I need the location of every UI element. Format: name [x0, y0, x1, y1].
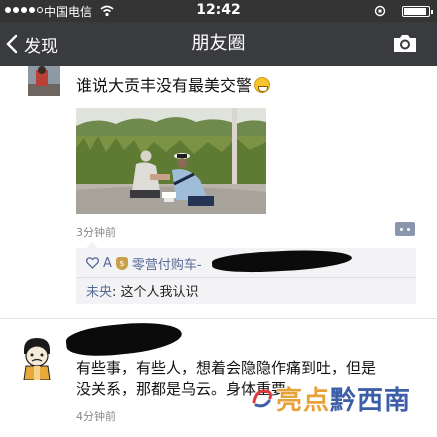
redaction-scribble: [64, 318, 184, 360]
likes-row: A $ 零营付购车-: [86, 254, 202, 273]
comment-text: 这个人我认识: [120, 285, 199, 300]
liker-name[interactable]: 零营付购车-: [132, 254, 202, 273]
watermark-logo: 亮点黔西南: [250, 378, 435, 418]
battery-icon: [402, 6, 433, 17]
money-bag-icon: $: [115, 256, 128, 270]
status-bar: 中国电信 12:42: [0, 0, 437, 22]
liker-prefix[interactable]: A: [103, 256, 112, 271]
comment-author[interactable]: 未央: [86, 285, 112, 300]
nav-bar: 发现 朋友圈: [0, 22, 437, 66]
page-title: 朋友圈: [191, 33, 246, 54]
post-photo[interactable]: [76, 108, 266, 214]
back-label: 发现: [24, 36, 58, 57]
post-text-content: 谁说大贡丰没有最美交警: [76, 76, 253, 95]
post-text: 谁说大贡丰没有最美交警: [76, 72, 271, 96]
post-timestamp: 3分钟前: [76, 226, 116, 239]
watermark-text-a: 亮点: [276, 385, 331, 416]
post-timestamp: 4分钟前: [76, 410, 116, 423]
chevron-left-icon: [6, 34, 18, 54]
status-clock: 12:42: [196, 2, 241, 18]
comment-item[interactable]: 未央: 这个人我认识: [86, 281, 199, 300]
divider: [76, 277, 416, 278]
post-text-line: 有些事，有些人，想着会隐隐作痛到吐，但是: [76, 359, 377, 377]
swirl-logo-icon: [252, 389, 272, 408]
comment-like-menu-button[interactable]: [395, 222, 415, 236]
grin-emoji-icon: [254, 77, 271, 93]
camera-icon[interactable]: [392, 32, 418, 54]
avatar[interactable]: [20, 336, 54, 381]
orientation-lock-icon: [374, 5, 386, 17]
back-button[interactable]: 发现: [6, 22, 58, 66]
post-divider: [0, 318, 437, 319]
heart-icon: [86, 257, 99, 269]
watermark-text-b: 黔西南: [330, 385, 412, 416]
avatar[interactable]: [22, 66, 60, 96]
